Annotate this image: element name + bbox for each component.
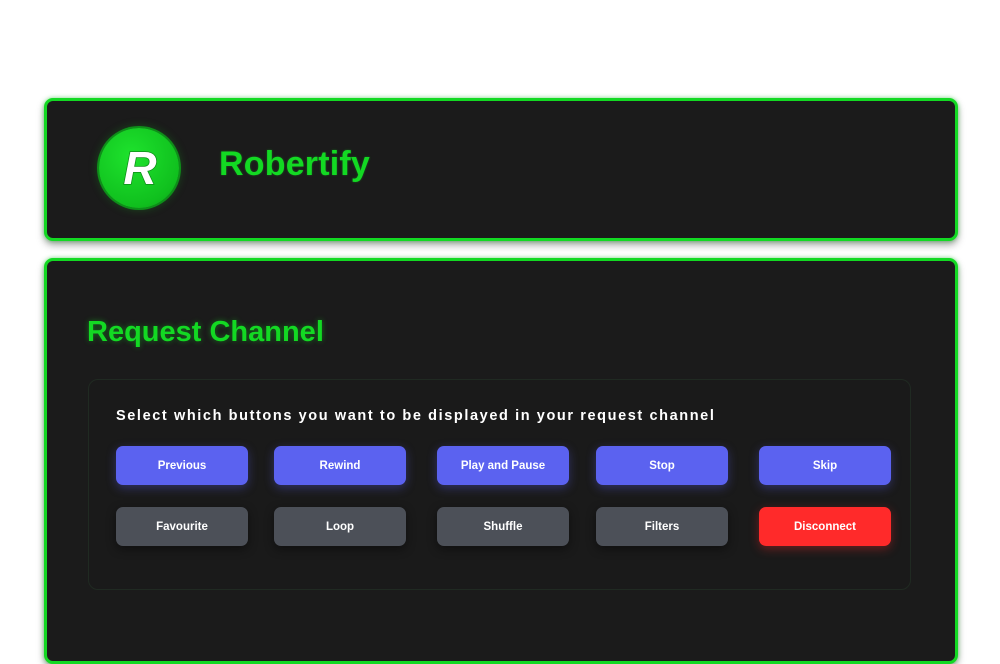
stop-button[interactable]: Stop	[596, 446, 728, 485]
shuffle-button[interactable]: Shuffle	[437, 507, 569, 546]
robertify-logo-icon[interactable]: R	[99, 128, 179, 208]
previous-button[interactable]: Previous	[116, 446, 248, 485]
favourite-button[interactable]: Favourite	[116, 507, 248, 546]
brand-name: Robertify	[219, 145, 371, 183]
logo-letter-icon: R	[123, 141, 158, 195]
filters-button[interactable]: Filters	[596, 507, 728, 546]
rewind-button[interactable]: Rewind	[274, 446, 406, 485]
request-channel-card: Request Channel Select which buttons you…	[44, 258, 958, 664]
loop-button[interactable]: Loop	[274, 507, 406, 546]
button-settings-panel: Select which buttons you want to be disp…	[88, 379, 911, 590]
svg-text:R: R	[123, 142, 156, 194]
panel-description: Select which buttons you want to be disp…	[116, 408, 716, 424]
section-title: Request Channel	[87, 316, 324, 348]
skip-button[interactable]: Skip	[759, 446, 891, 485]
disconnect-button[interactable]: Disconnect	[759, 507, 891, 546]
header-card: R Robertify	[44, 98, 958, 241]
play-and-pause-button[interactable]: Play and Pause	[437, 446, 569, 485]
